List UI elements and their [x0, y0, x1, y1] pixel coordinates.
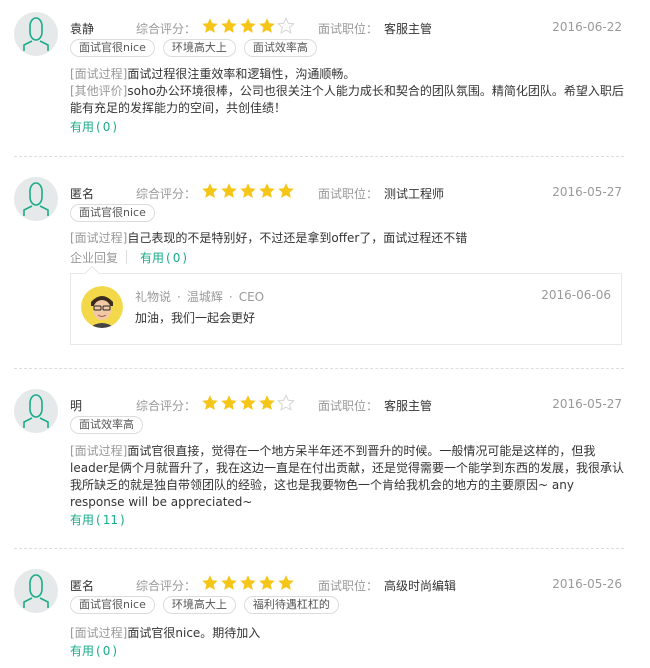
star-filled-icon	[259, 575, 275, 590]
review-date: 2016-05-26	[552, 577, 622, 591]
review-date: 2016-05-27	[552, 397, 622, 411]
reviewer-name: 袁静	[70, 22, 95, 36]
star-filled-icon	[202, 183, 218, 198]
divider	[126, 250, 127, 264]
divider	[14, 548, 624, 549]
reply-date: 2016-06-06	[541, 288, 611, 302]
helpful-button[interactable]: 有用(11)	[70, 511, 127, 528]
helpful-button[interactable]: 有用(0)	[70, 642, 119, 659]
rating-label: 综合评分：	[136, 579, 197, 593]
review-item: 袁静 综合评分： 面试职位： 客服主管 2016-06-22 面试官很nice 环…	[0, 12, 650, 152]
reply-author: 礼物说 · 温城辉 · CEO	[135, 290, 265, 304]
reviewer-name: 匿名	[70, 579, 95, 593]
star-filled-icon	[202, 395, 218, 410]
star-filled-icon	[259, 395, 275, 410]
reply-box: 礼物说 · 温城辉 · CEO 2016-06-06 加油，我们一起会更好	[70, 265, 622, 345]
star-filled-icon	[240, 183, 256, 198]
default-avatar-icon[interactable]	[14, 177, 58, 221]
star-filled-icon	[221, 575, 237, 590]
tag: 面试官很nice	[70, 596, 155, 614]
rating-label: 综合评分：	[136, 399, 197, 413]
star-rating	[201, 182, 295, 200]
process-text: [面试过程]面试官很直接，觉得在一个地方呆半年还不到晋升的时候。一般情况可能是这…	[70, 444, 625, 509]
position-label: 面试职位： 测试工程师	[318, 187, 445, 201]
default-avatar-icon[interactable]	[14, 12, 58, 56]
star-empty-icon	[277, 17, 295, 34]
star-filled-icon	[202, 18, 218, 33]
tag: 环境高大上	[162, 39, 236, 57]
reply-text: 加油，我们一起会更好	[135, 311, 256, 325]
star-filled-icon	[240, 575, 256, 590]
tag: 环境高大上	[162, 596, 236, 614]
position-label: 面试职位： 客服主管	[318, 399, 433, 413]
star-filled-icon	[240, 18, 256, 33]
tag-list: 面试官很nice	[70, 204, 155, 222]
review-item: 匿名 综合评分： 面试职位： 测试工程师 2016-05-27 面试官很nice …	[0, 177, 650, 357]
position-value: 测试工程师	[384, 187, 445, 201]
process-text: [面试过程]面试官很nice。期待加入	[70, 626, 261, 640]
other-text: [其他评价]soho办公环境很棒，公司也很关注个人能力成长和契合的团队氛围。精简…	[70, 84, 624, 115]
position-value: 客服主管	[384, 22, 433, 36]
review-date: 2016-06-22	[552, 20, 622, 34]
star-rating	[201, 394, 295, 412]
star-filled-icon	[259, 183, 275, 198]
star-filled-icon	[240, 395, 256, 410]
process-text: [面试过程]自己表现的不是特别好，不过还是拿到offer了，面试过程还不错	[70, 231, 468, 245]
default-avatar-icon[interactable]	[14, 569, 58, 613]
review-item: 明 综合评分： 面试职位： 客服主管 2016-05-27 面试效率高 [面试过程…	[0, 389, 650, 539]
process-text: [面试过程]面试过程很注重效率和逻辑性，沟通顺畅。	[70, 67, 356, 81]
tag: 面试效率高	[243, 39, 317, 57]
tag-list: 面试效率高	[70, 416, 143, 434]
tag: 面试效率高	[70, 416, 143, 434]
company-reply-label[interactable]: 企业回复	[70, 249, 118, 266]
tag: 福利待遇杠杠的	[243, 596, 339, 614]
reply-arrow	[84, 265, 100, 281]
star-empty-icon	[277, 394, 295, 411]
divider	[14, 368, 624, 369]
position-label: 面试职位： 客服主管	[318, 22, 433, 36]
tag: 面试官很nice	[70, 39, 155, 57]
star-filled-icon	[259, 18, 275, 33]
ceo-avatar[interactable]	[81, 286, 123, 328]
star-rating	[201, 17, 295, 35]
tag: 面试官很nice	[70, 204, 155, 222]
default-avatar-icon[interactable]	[14, 389, 58, 433]
position-label: 面试职位： 高级时尚编辑	[318, 579, 457, 593]
divider	[14, 156, 624, 157]
review-item: 匿名 综合评分： 面试职位： 高级时尚编辑 2016-05-26 面试官很nice…	[0, 569, 650, 668]
star-filled-icon	[221, 395, 237, 410]
star-filled-icon	[278, 183, 294, 198]
reviewer-name: 匿名	[70, 187, 95, 201]
helpful-button[interactable]: 有用(0)	[70, 118, 119, 135]
star-filled-icon	[221, 18, 237, 33]
review-date: 2016-05-27	[552, 185, 622, 199]
position-value: 高级时尚编辑	[384, 579, 457, 593]
star-filled-icon	[202, 575, 218, 590]
helpful-button[interactable]: 有用(0)	[140, 249, 189, 266]
star-filled-icon	[278, 575, 294, 590]
star-filled-icon	[221, 183, 237, 198]
tag-list: 面试官很nice 环境高大上 面试效率高	[70, 39, 317, 57]
star-rating	[201, 574, 295, 592]
rating-label: 综合评分：	[136, 22, 197, 36]
rating-label: 综合评分：	[136, 187, 197, 201]
position-value: 客服主管	[384, 399, 433, 413]
reviewer-name: 明	[70, 399, 83, 413]
tag-list: 面试官很nice 环境高大上 福利待遇杠杠的	[70, 596, 339, 614]
